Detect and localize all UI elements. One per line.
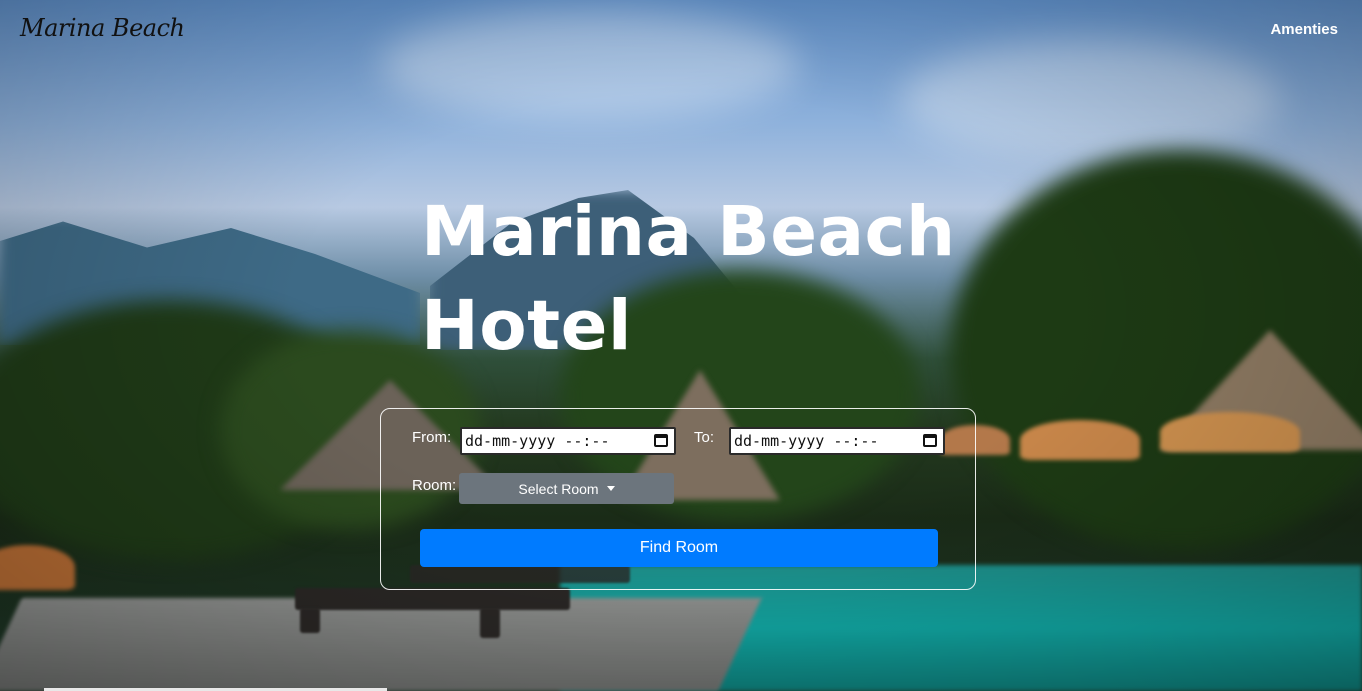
caret-down-icon: [606, 486, 615, 491]
from-date-input[interactable]: dd-mm-yyyy --:--: [460, 427, 676, 455]
to-label: To:: [694, 429, 715, 446]
hero-background: Marina Beach Amenties Marina Beach Hotel…: [0, 0, 1362, 691]
to-date-value: dd-mm-yyyy --:--: [734, 432, 879, 450]
room-select-label: Select Room: [518, 480, 599, 497]
hero-title: Marina Beach Hotel: [421, 185, 981, 373]
calendar-icon[interactable]: [923, 434, 937, 447]
brand-logo[interactable]: Marina Beach: [20, 14, 185, 42]
nav-link-amenities[interactable]: Amenties: [1270, 21, 1338, 38]
room-select-dropdown[interactable]: Select Room: [459, 473, 674, 504]
from-label: From:: [412, 429, 452, 446]
calendar-icon[interactable]: [654, 434, 668, 447]
from-date-value: dd-mm-yyyy --:--: [465, 432, 610, 450]
to-date-input[interactable]: dd-mm-yyyy --:--: [729, 427, 945, 455]
hero-title-line2: Hotel: [421, 286, 633, 366]
room-label: Room:: [412, 477, 457, 494]
find-room-button[interactable]: Find Room: [420, 529, 938, 567]
hero-title-line1: Marina Beach: [421, 192, 956, 272]
